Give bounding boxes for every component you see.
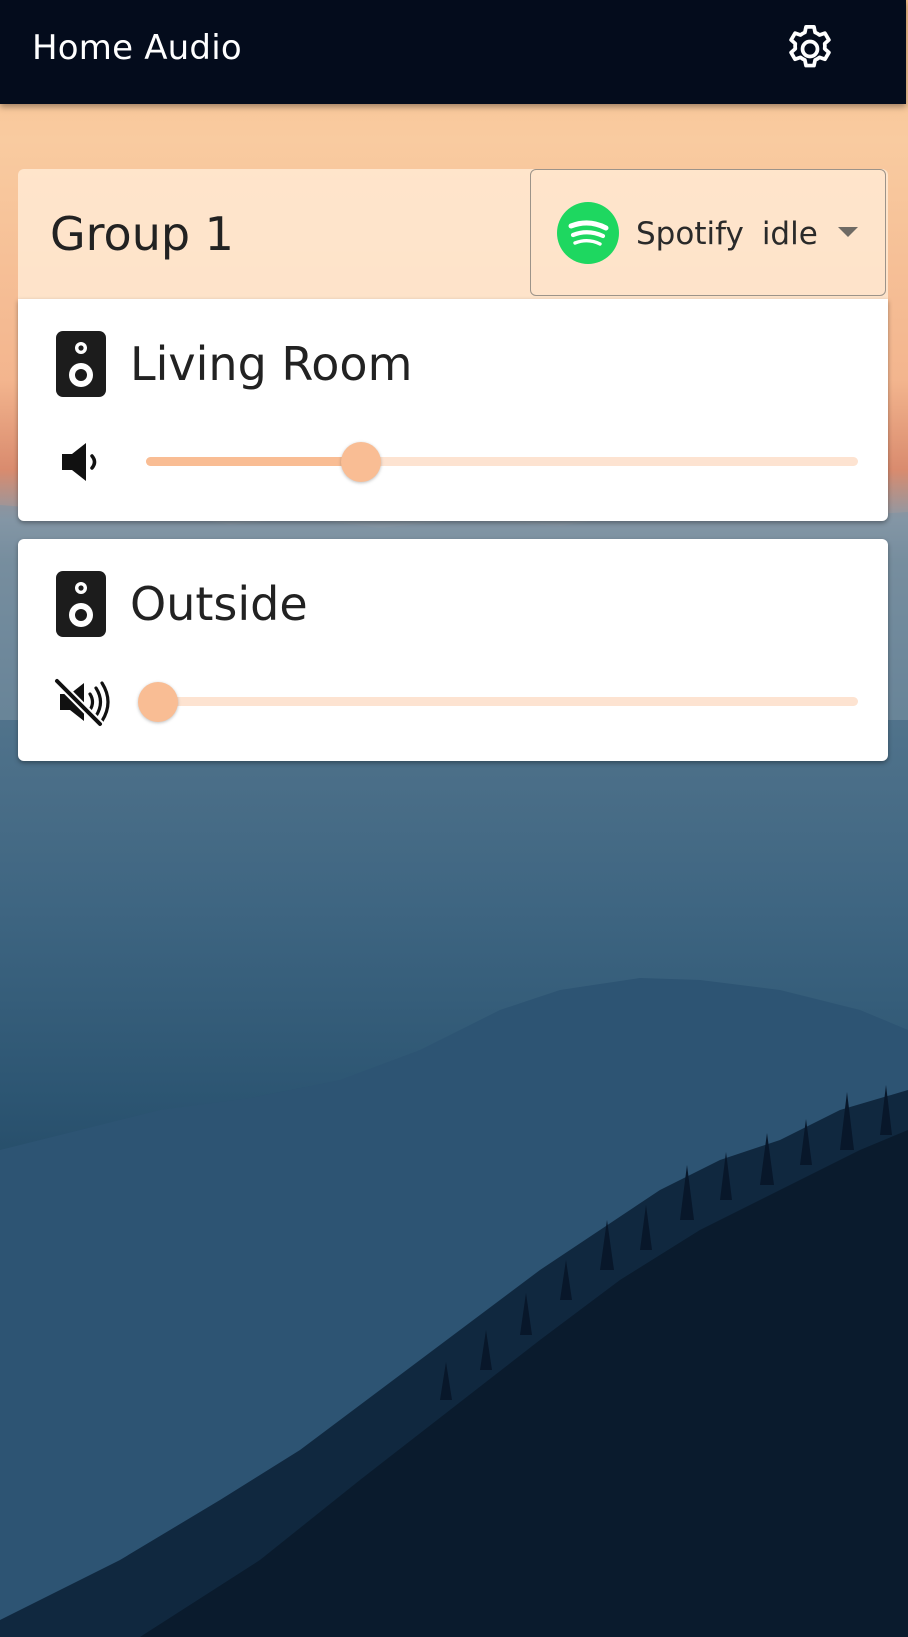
volume-slider[interactable]: [146, 442, 858, 482]
spotify-logo-icon: [557, 202, 619, 264]
app-title: Home Audio: [32, 28, 242, 68]
source-status: idle: [761, 216, 818, 252]
slider-thumb[interactable]: [138, 682, 178, 722]
app-page: Home Audio Group 1 Spotify idle Living R…: [0, 0, 908, 1637]
zone-name: Outside: [130, 577, 308, 631]
source-select[interactable]: Spotify idle: [530, 169, 886, 296]
volume-muted-icon[interactable]: [54, 677, 110, 727]
source-name: Spotify: [636, 216, 744, 252]
zone-card-living-room: Living Room: [18, 299, 888, 521]
source-label: Spotify idle: [636, 216, 836, 252]
slider-rail: [146, 697, 858, 706]
app-bar: Home Audio: [0, 0, 906, 104]
group-card: Group 1 Spotify idle: [18, 169, 888, 299]
speaker-icon: [56, 571, 106, 637]
zone-card-outside: Outside: [18, 539, 888, 761]
volume-on-icon[interactable]: [54, 437, 110, 487]
caret-down-icon: [838, 227, 858, 237]
slider-track: [146, 457, 361, 466]
slider-thumb[interactable]: [341, 442, 381, 482]
speaker-icon: [56, 331, 106, 397]
gear-icon: [789, 24, 831, 68]
zone-name: Living Room: [130, 337, 413, 391]
group-title: Group 1: [50, 207, 234, 261]
volume-slider[interactable]: [138, 682, 858, 722]
settings-button[interactable]: [775, 14, 845, 84]
